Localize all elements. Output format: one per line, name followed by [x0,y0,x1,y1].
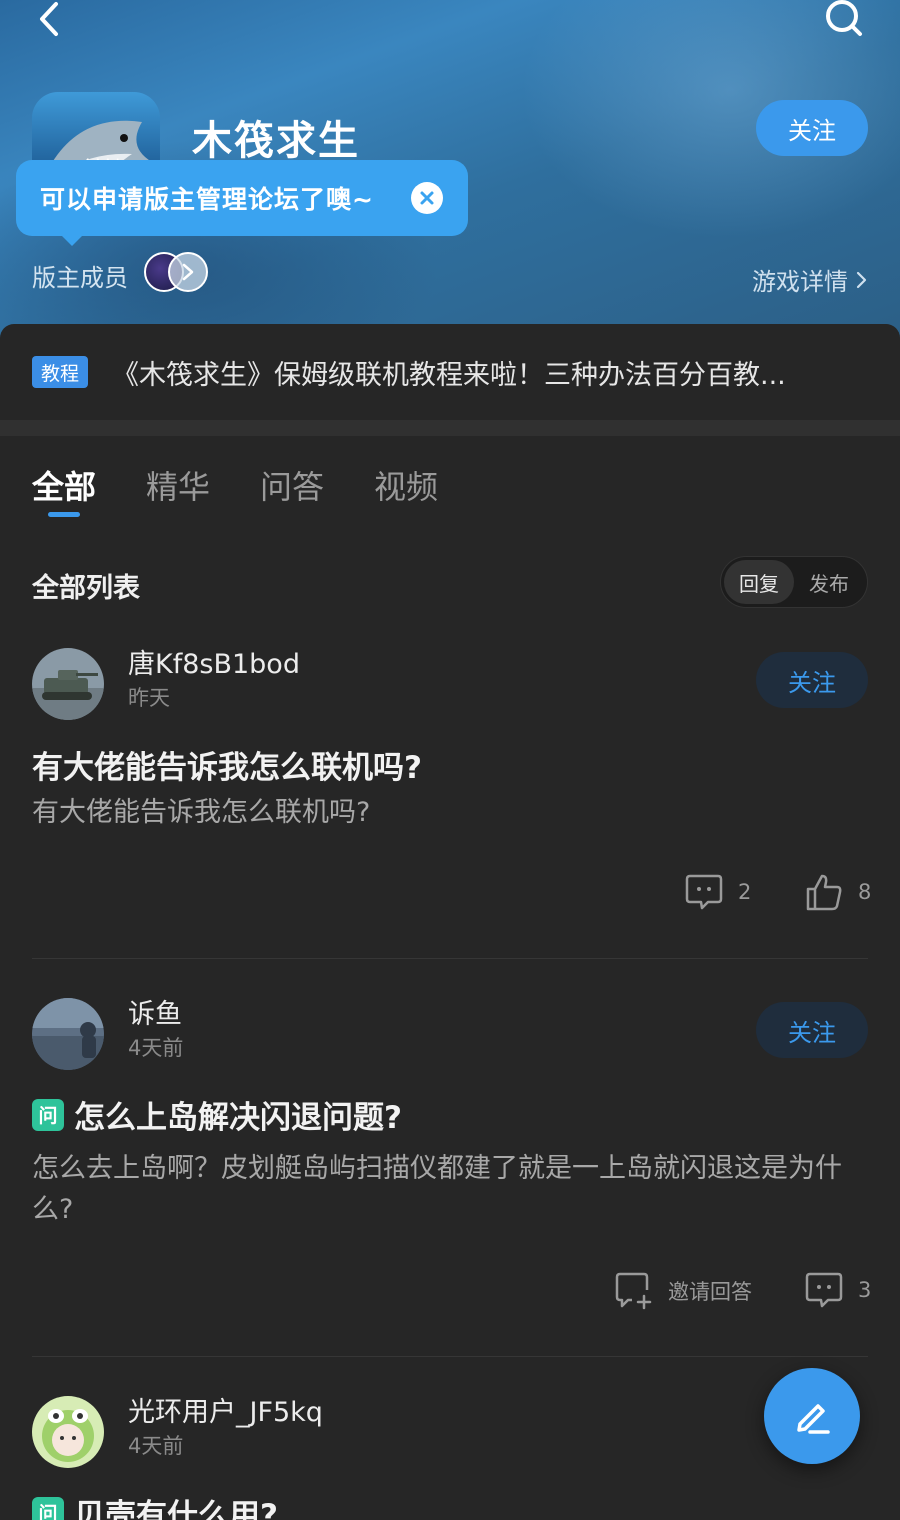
game-detail-link[interactable]: 游戏详情 [752,262,868,297]
username[interactable]: 唐Kf8sB1bod [128,642,300,681]
post-title-text: 贝壳有什么用? [74,1498,278,1520]
game-title: 木筏求生 [192,118,360,164]
avatar[interactable] [32,998,104,1070]
post-time: 4天前 [128,1036,184,1060]
post-time: 昨天 [128,686,170,710]
comment-count: 2 [738,880,752,904]
moderator-tooltip: 可以申请版主管理论坛了噢~ [16,160,468,236]
forum-tabs: 全部 精华 问答 视频 [32,462,438,508]
post-body[interactable]: 怎么去上岛啊？皮划艇岛屿扫描仪都建了就是一上岛就闪退这是为什么? [32,1148,868,1230]
comment-button[interactable]: 3 [804,1270,871,1310]
pinned-post[interactable]: 教程 《木筏求生》保姆级联机教程来啦！三种办法百分百教... [0,324,900,420]
comment-button[interactable]: 2 [684,872,751,912]
invite-answer-label: 邀请回答 [668,1280,752,1304]
username[interactable]: 光环用户_JF5kq [128,1390,323,1429]
list-title: 全部列表 [32,573,140,604]
post-title-text: 怎么上岛解决闪退问题? [74,1100,402,1136]
follow-game-button[interactable]: 关注 [756,100,868,156]
post-title[interactable]: 问 怎么上岛解决闪退问题? [32,1092,402,1137]
tab-video[interactable]: 视频 [374,462,438,508]
search-icon[interactable] [820,0,866,40]
comment-count: 3 [858,1278,872,1302]
follow-user-button[interactable]: 关注 [756,1002,868,1058]
post-divider [32,958,868,959]
tab-all[interactable]: 全部 [32,462,96,508]
post-divider [32,1356,868,1357]
pinned-post-title: 《木筏求生》保姆级联机教程来啦！三种办法百分百教... [112,359,786,391]
invite-icon [615,1272,652,1310]
tooltip-arrow [60,234,84,246]
post-body[interactable]: 有大佬能告诉我怎么联机吗? [32,792,868,833]
moderators-more-button[interactable] [168,252,208,292]
username[interactable]: 诉鱼 [128,992,182,1031]
close-icon[interactable] [411,182,443,214]
moderators-label: 版主成员 [32,264,128,292]
post-time: 4天前 [128,1434,184,1458]
like-icon [806,874,842,911]
avatar[interactable] [32,1396,104,1468]
new-post-button[interactable] [764,1368,860,1464]
edit-icon [797,1404,830,1434]
follow-user-button[interactable]: 关注 [756,652,868,708]
comment-icon [805,1272,843,1308]
sort-by-publish[interactable]: 发布 [794,560,864,604]
post-title[interactable]: 有大佬能告诉我怎么联机吗? [32,742,422,787]
game-detail-label: 游戏详情 [752,268,848,296]
tooltip-text: 可以申请版主管理论坛了噢~ [40,185,374,214]
section-divider [0,420,900,436]
avatar[interactable] [32,648,104,720]
tutorial-badge: 教程 [32,356,88,388]
like-button[interactable]: 8 [804,872,871,912]
question-badge: 问 [32,1098,64,1131]
comment-icon [685,874,723,910]
question-badge: 问 [32,1496,64,1520]
sort-toggle: 回复 发布 [720,556,868,608]
tab-featured[interactable]: 精华 [146,462,210,508]
post-title[interactable]: 问 贝壳有什么用? [32,1490,278,1520]
back-arrow-icon[interactable] [30,0,70,40]
tab-qa[interactable]: 问答 [260,462,324,508]
sort-by-reply[interactable]: 回复 [724,560,794,604]
active-tab-indicator [48,512,80,517]
chevron-right-icon [856,271,867,288]
like-count: 8 [858,880,872,904]
invite-answer-button[interactable]: 邀请回答 [614,1270,752,1312]
